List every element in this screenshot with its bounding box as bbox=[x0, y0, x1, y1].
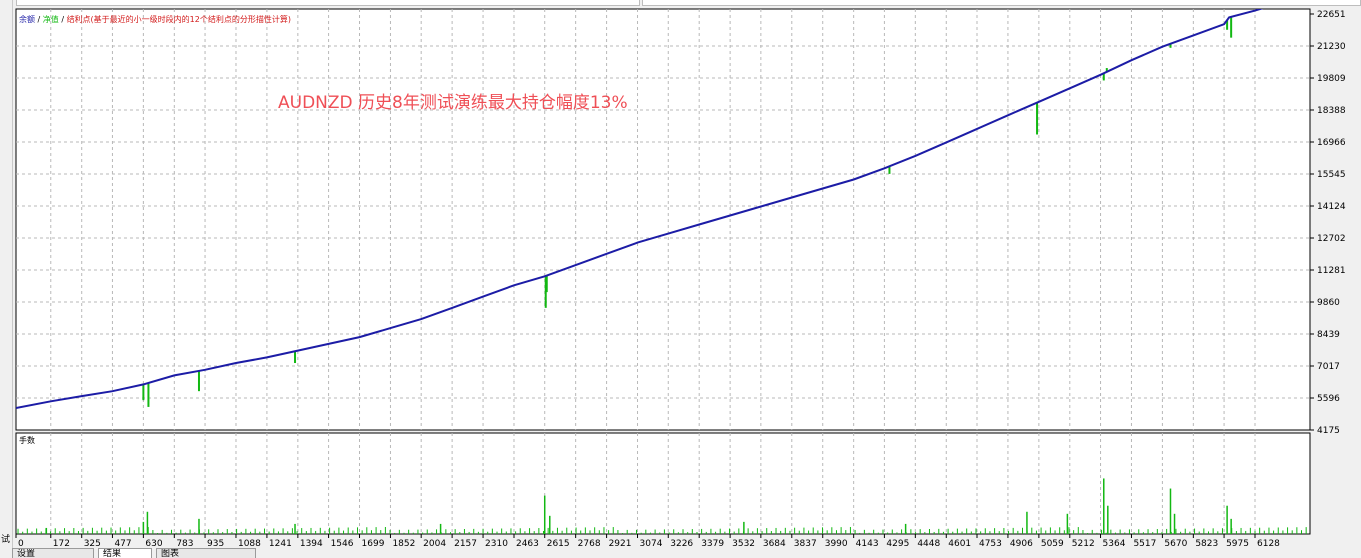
y-tick-label: 12702 bbox=[1317, 234, 1346, 244]
y-tick-label: 5596 bbox=[1317, 394, 1340, 404]
legend-part: / bbox=[35, 15, 43, 24]
y-tick-label: 22651 bbox=[1317, 10, 1346, 20]
tab-settings[interactable]: 设置 bbox=[12, 548, 94, 558]
y-tick-label: 4175 bbox=[1317, 426, 1340, 436]
legend-part: 净值 bbox=[43, 14, 59, 24]
y-tick-label: 14124 bbox=[1317, 202, 1346, 212]
bottom-tabs: 设置 结果 图表 bbox=[12, 548, 1361, 558]
y-tick-label: 16966 bbox=[1317, 138, 1346, 148]
legend-part: 余额 bbox=[19, 14, 35, 24]
sub-panel-title: 手数 bbox=[19, 435, 35, 445]
y-tick-label: 15545 bbox=[1317, 170, 1346, 180]
y-tick-label: 11281 bbox=[1317, 266, 1346, 276]
tab-graph[interactable]: 图表 bbox=[156, 548, 256, 558]
annotation-text: AUDNZD 历史8年测试演练最大持仓幅度13% bbox=[278, 93, 628, 113]
equity-chart: 4175 5596 7017 8439 9860 11281 12702 14124 15545… bbox=[15, 8, 1346, 549]
y-tick-label: 18388 bbox=[1317, 106, 1346, 116]
y-tick-label: 9860 bbox=[1317, 298, 1340, 308]
y-tick-label: 19809 bbox=[1317, 74, 1346, 84]
main-plot-bg bbox=[15, 8, 1311, 431]
legend-part: / bbox=[59, 15, 67, 24]
tester-window: 试 4175 5596 7017 8439 9860 11281 12702 14124 155… bbox=[0, 0, 1361, 558]
legend: 余额 / 净值 / 结利点(基于最近的小一级时段内的12个结利点的分形描性计算) bbox=[19, 14, 291, 24]
y-tick-label: 8439 bbox=[1317, 330, 1340, 340]
y-tick-label: 7017 bbox=[1317, 362, 1340, 372]
legend-part: 结利点(基于最近的小一级时段内的12个结利点的分形描性计算) bbox=[67, 14, 291, 24]
x-axis-ticks: 0 172 325 477 630 783 935 1088 1241 1394 1546 1699 1… bbox=[15, 534, 1280, 549]
sub-plot-bg bbox=[15, 432, 1311, 535]
y-axis-ticks: 4175 5596 7017 8439 9860 11281 12702 14124 15545… bbox=[1310, 10, 1346, 436]
tab-results[interactable]: 结果 bbox=[98, 548, 152, 558]
y-tick-label: 21230 bbox=[1317, 42, 1346, 52]
